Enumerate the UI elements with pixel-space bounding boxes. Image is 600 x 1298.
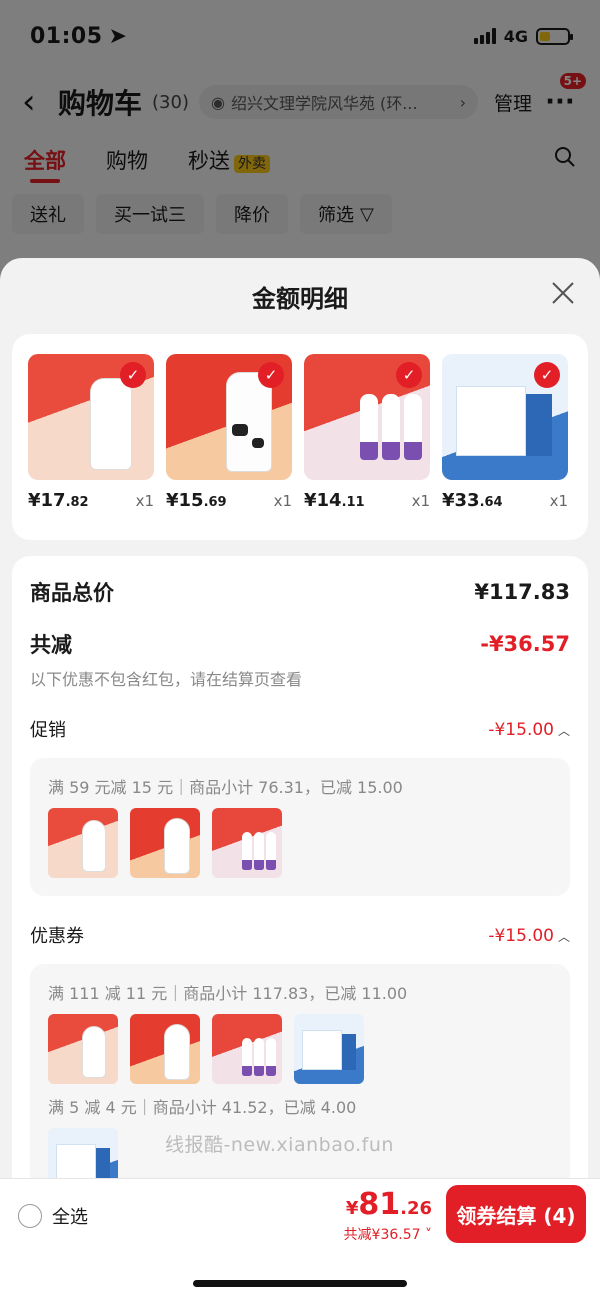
- coupon-label: 优惠券: [30, 926, 84, 947]
- payment-integer: 81: [358, 1187, 401, 1222]
- close-icon[interactable]: [550, 280, 576, 306]
- payment-summary[interactable]: ¥81.26 共减¥36.57 ˅: [344, 1187, 432, 1244]
- select-all-label: 全选: [52, 1207, 88, 1228]
- promo-detail: 满 59 元减 15 元｜商品小计 76.31，已减 15.00: [30, 758, 570, 896]
- coupon-row[interactable]: 优惠券 -¥15.00 ︿: [30, 920, 570, 950]
- product-price: ¥33: [442, 490, 480, 511]
- total-label: 商品总价: [30, 581, 114, 605]
- coupon-value: -¥15.00: [488, 925, 554, 946]
- product-qty: x1: [273, 492, 292, 510]
- promo-rule: 满 59 元减 15 元｜商品小计 76.31，已减 15.00: [48, 778, 403, 797]
- product-card[interactable]: ✓ ¥33.64 x1: [442, 354, 568, 540]
- product-thumbnail: [130, 1014, 200, 1084]
- product-thumbnail: [294, 1014, 364, 1084]
- product-price-decimal: .69: [203, 495, 227, 510]
- product-price-decimal: .82: [65, 495, 89, 510]
- total-value: ¥117.83: [474, 580, 570, 604]
- home-indicator: [193, 1280, 407, 1287]
- chevron-up-icon: ︿: [557, 929, 570, 944]
- product-price-decimal: .64: [479, 495, 503, 510]
- product-thumbnail: [130, 808, 200, 878]
- product-price-decimal: .11: [341, 495, 365, 510]
- product-price: ¥17: [28, 490, 66, 511]
- product-thumbnail: [212, 1014, 282, 1084]
- radio-icon: [18, 1204, 42, 1228]
- chevron-down-icon: ˅: [420, 1227, 432, 1243]
- product-qty: x1: [549, 492, 568, 510]
- select-all[interactable]: 全选: [18, 1203, 88, 1229]
- checkmark-icon: ✓: [396, 362, 422, 388]
- checkout-button[interactable]: 领券结算 (4): [446, 1185, 586, 1243]
- watermark: 线报酷-new.xianbao.fun: [165, 1134, 394, 1156]
- discount-note: 以下优惠不包含红包，请在结算页查看: [30, 670, 303, 689]
- product-price: ¥14: [304, 490, 342, 511]
- product-qty: x1: [135, 492, 154, 510]
- product-thumbnail: [212, 808, 282, 878]
- discount-label: 共减: [30, 633, 72, 657]
- payment-total: ¥81.26: [344, 1187, 432, 1222]
- payment-decimal: .26: [400, 1198, 432, 1219]
- product-card[interactable]: ✓ ¥15.69 x1: [166, 354, 292, 540]
- product-thumbnail: [48, 1014, 118, 1084]
- checkmark-icon: ✓: [258, 362, 284, 388]
- product-image: ✓: [28, 354, 154, 480]
- product-image: ✓: [304, 354, 430, 480]
- total-row: 商品总价 ¥117.83: [30, 574, 570, 610]
- promo-label: 促销: [30, 720, 66, 741]
- product-price: ¥15: [166, 490, 204, 511]
- promo-row[interactable]: 促销 -¥15.00 ︿: [30, 714, 570, 744]
- coupon-rule: 满 5 减 4 元｜商品小计 41.52，已减 4.00: [48, 1098, 357, 1117]
- sheet-title: 金额明细: [252, 284, 348, 313]
- product-image: ✓: [442, 354, 568, 480]
- currency-symbol: ¥: [345, 1198, 359, 1219]
- checkmark-icon: ✓: [534, 362, 560, 388]
- payment-discount: 共减¥36.57: [343, 1227, 421, 1243]
- checkmark-icon: ✓: [120, 362, 146, 388]
- promo-value: -¥15.00: [488, 719, 554, 740]
- product-card[interactable]: ✓ ¥14.11 x1: [304, 354, 430, 540]
- coupon-rule: 满 111 减 11 元｜商品小计 117.83，已减 11.00: [48, 984, 408, 1003]
- discount-row: 共减 -¥36.57: [30, 626, 570, 662]
- amount-breakdown: 商品总价 ¥117.83 共减 -¥36.57 以下优惠不包含红包，请在结算页查…: [12, 556, 588, 1216]
- product-image: ✓: [166, 354, 292, 480]
- product-card[interactable]: ✓ ¥17.82 x1: [28, 354, 154, 540]
- chevron-up-icon: ︿: [557, 723, 570, 738]
- product-qty: x1: [411, 492, 430, 510]
- overlay-dim[interactable]: [0, 0, 600, 300]
- product-thumbnail: [48, 808, 118, 878]
- discount-value: -¥36.57: [480, 632, 570, 656]
- product-strip: ✓ ¥17.82 x1 ✓ ¥15.69 x1 ✓ ¥14.11 x1 ✓ ¥3…: [12, 334, 588, 540]
